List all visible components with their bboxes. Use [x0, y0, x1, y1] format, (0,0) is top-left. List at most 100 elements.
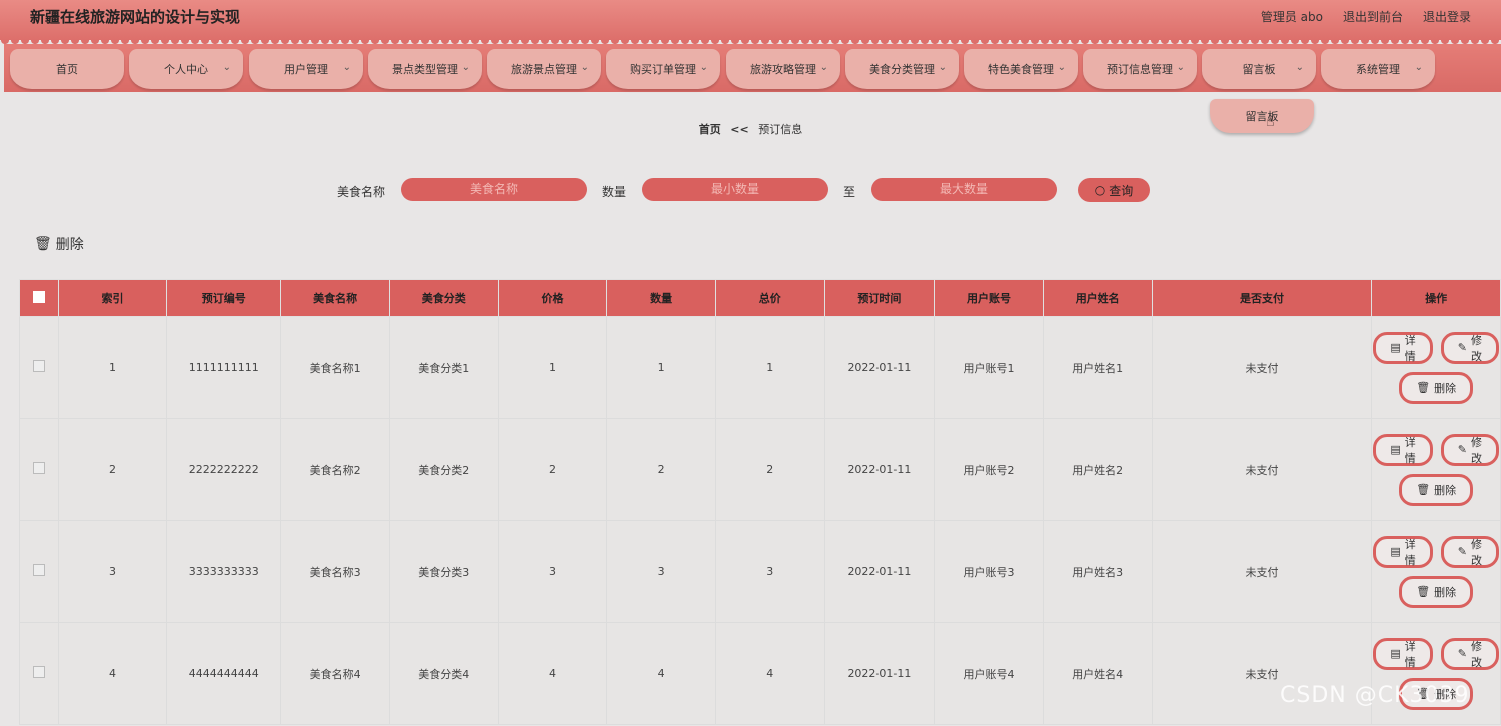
- row-checkbox[interactable]: [32, 666, 45, 678]
- table-cell: 美食分类3: [388, 520, 499, 623]
- column-header: 总价: [714, 279, 825, 317]
- chevron-down-icon: ⌄: [938, 62, 947, 73]
- trash-icon: 🗑: [1416, 585, 1431, 598]
- nav-item-label: 购买订单管理: [630, 63, 696, 76]
- nav-item-0[interactable]: 首页: [10, 49, 124, 89]
- ops-cell: ▤ 详情 ✎ 修改 🗑 删除: [1371, 316, 1501, 419]
- edit-button[interactable]: ✎ 修改: [1440, 637, 1499, 670]
- detail-button[interactable]: ▤ 详情: [1373, 331, 1433, 364]
- nav-item-10[interactable]: 留言板 ⌄: [1202, 49, 1316, 89]
- chevron-down-icon: ⌄: [461, 62, 470, 73]
- delete-label: 删除: [1434, 483, 1457, 497]
- delete-button[interactable]: 🗑 删除: [1399, 473, 1474, 506]
- table-row: 2 2222222222 美食名称2 美食分类2 2 2 2 2022-01-11 用户账号2 用…: [19, 418, 1501, 521]
- nav-item-label: 景点类型管理: [392, 63, 458, 76]
- nav-item-6[interactable]: 旅游攻略管理 ⌄: [726, 49, 840, 89]
- quantity-label: 数量: [602, 185, 627, 199]
- table-cell: 3: [497, 520, 608, 623]
- nav-item-8[interactable]: 特色美食管理 ⌄: [964, 49, 1078, 89]
- table-cell: 美食名称4: [280, 622, 390, 725]
- food-name-input[interactable]: 美食名称: [401, 178, 587, 201]
- top-bar: 新疆在线旅游网站的设计与实现 管理员 abo 退出到前台 退出登录: [0, 0, 1501, 40]
- edit-button[interactable]: ✎ 修改: [1440, 331, 1499, 364]
- edit-button[interactable]: ✎ 修改: [1440, 433, 1499, 466]
- detail-label: 详情: [1404, 333, 1416, 363]
- detail-button[interactable]: ▤ 详情: [1373, 637, 1433, 670]
- table-cell: 4: [714, 622, 825, 725]
- nav-item-7[interactable]: 美食分类管理 ⌄: [845, 49, 959, 89]
- table-cell: 2222222222: [166, 418, 282, 521]
- row-checkbox[interactable]: [32, 360, 45, 372]
- table-cell: 未支付: [1151, 418, 1373, 521]
- chevron-down-icon: ⌄: [1295, 62, 1304, 73]
- pencil-icon: ✎: [1457, 341, 1467, 354]
- watermark: CSDN @CK3039: [1280, 683, 1470, 708]
- detail-label: 详情: [1404, 435, 1416, 465]
- trash-icon: 🗑: [1416, 381, 1431, 394]
- table-cell: 美食分类2: [388, 418, 499, 521]
- column-header: 美食名称: [280, 279, 390, 317]
- table-cell: 3: [606, 520, 716, 623]
- food-name-label: 美食名称: [337, 185, 386, 199]
- row-actions: ▤ 详情 ✎ 修改 🗑 删除: [1373, 433, 1499, 506]
- trash-icon: 🗑: [34, 236, 52, 252]
- detail-label: 详情: [1404, 639, 1416, 669]
- row-checkbox[interactable]: [32, 564, 45, 576]
- table-cell: 美食名称3: [280, 520, 390, 623]
- nav-item-11[interactable]: 系统管理 ⌄: [1321, 49, 1435, 89]
- search-icon: ○: [1094, 183, 1106, 197]
- edit-label: 修改: [1471, 333, 1482, 363]
- table-cell: 1111111111: [166, 316, 282, 419]
- table-cell: 3: [714, 520, 825, 623]
- row-select-cell: [19, 316, 59, 419]
- column-header: 价格: [497, 279, 608, 317]
- table-row: 4 4444444444 美食名称4 美食分类4 4 4 4 2022-01-11 用户账号4 用…: [19, 622, 1501, 725]
- min-quantity-input[interactable]: 最小数量: [642, 178, 828, 201]
- ops-cell: ▤ 详情 ✎ 修改 🗑 删除: [1371, 520, 1501, 623]
- column-header: 数量: [606, 279, 716, 317]
- table-cell: 用户姓名4: [1042, 622, 1153, 725]
- front-link[interactable]: 退出到前台: [1343, 8, 1403, 25]
- search-button-label: 查询: [1109, 183, 1134, 198]
- delete-button[interactable]: 🗑 删除: [1399, 371, 1474, 404]
- nav-item-4[interactable]: 旅游景点管理 ⌄: [487, 49, 601, 89]
- ops-cell: ▤ 详情 ✎ 修改 🗑 删除: [1371, 418, 1501, 521]
- bulk-delete-button[interactable]: 🗑 删除: [34, 234, 84, 254]
- nav-item-1[interactable]: 个人中心 ⌄: [129, 49, 243, 89]
- nav-item-5[interactable]: 购买订单管理 ⌄: [606, 49, 720, 89]
- nav-item-label: 系统管理: [1356, 63, 1400, 76]
- delete-label: 删除: [1434, 381, 1457, 395]
- row-checkbox[interactable]: [32, 462, 45, 474]
- document-icon: ▤: [1390, 647, 1401, 660]
- table-cell: 3: [57, 520, 168, 623]
- main-nav: 首页 个人中心 ⌄ 用户管理 ⌄ 景点类型管理 ⌄ 旅游景点管理 ⌄ 购买订单管理 ⌄ 旅游攻略管理 ⌄…: [4, 44, 1501, 92]
- table-cell: 2022-01-11: [823, 520, 936, 623]
- logout-link[interactable]: 退出登录: [1423, 8, 1471, 25]
- to-label: 至: [843, 185, 856, 199]
- row-actions-top: ▤ 详情 ✎ 修改: [1373, 535, 1499, 568]
- nav-item-9[interactable]: 预订信息管理 ⌄: [1083, 49, 1197, 89]
- edit-label: 修改: [1471, 435, 1482, 465]
- search-button[interactable]: ○ 查询: [1078, 178, 1150, 202]
- max-quantity-input[interactable]: 最大数量: [871, 178, 1057, 201]
- nav-item-label: 预订信息管理: [1107, 63, 1173, 76]
- detail-button[interactable]: ▤ 详情: [1373, 535, 1433, 568]
- chevron-down-icon: ⌄: [1176, 62, 1185, 73]
- table-cell: 用户账号4: [934, 622, 1044, 725]
- site-title: 新疆在线旅游网站的设计与实现: [30, 8, 241, 26]
- detail-button[interactable]: ▤ 详情: [1373, 433, 1433, 466]
- nav-item-3[interactable]: 景点类型管理 ⌄: [368, 49, 482, 89]
- breadcrumb-home[interactable]: 首页: [699, 123, 721, 136]
- nav-item-label: 旅游攻略管理: [750, 63, 816, 76]
- nav-item-2[interactable]: 用户管理 ⌄: [249, 49, 363, 89]
- chevron-down-icon: ⌄: [342, 62, 351, 73]
- row-actions-top: ▤ 详情 ✎ 修改: [1373, 331, 1499, 364]
- edit-button[interactable]: ✎ 修改: [1440, 535, 1499, 568]
- row-actions: ▤ 详情 ✎ 修改 🗑 删除: [1373, 331, 1499, 404]
- trash-icon: 🗑: [1416, 483, 1431, 496]
- table-cell: 用户账号3: [934, 520, 1044, 623]
- delete-button[interactable]: 🗑 删除: [1399, 575, 1474, 608]
- table-cell: 美食分类1: [388, 316, 499, 419]
- bulk-delete-label: 删除: [55, 237, 84, 253]
- select-all-checkbox[interactable]: [32, 290, 45, 303]
